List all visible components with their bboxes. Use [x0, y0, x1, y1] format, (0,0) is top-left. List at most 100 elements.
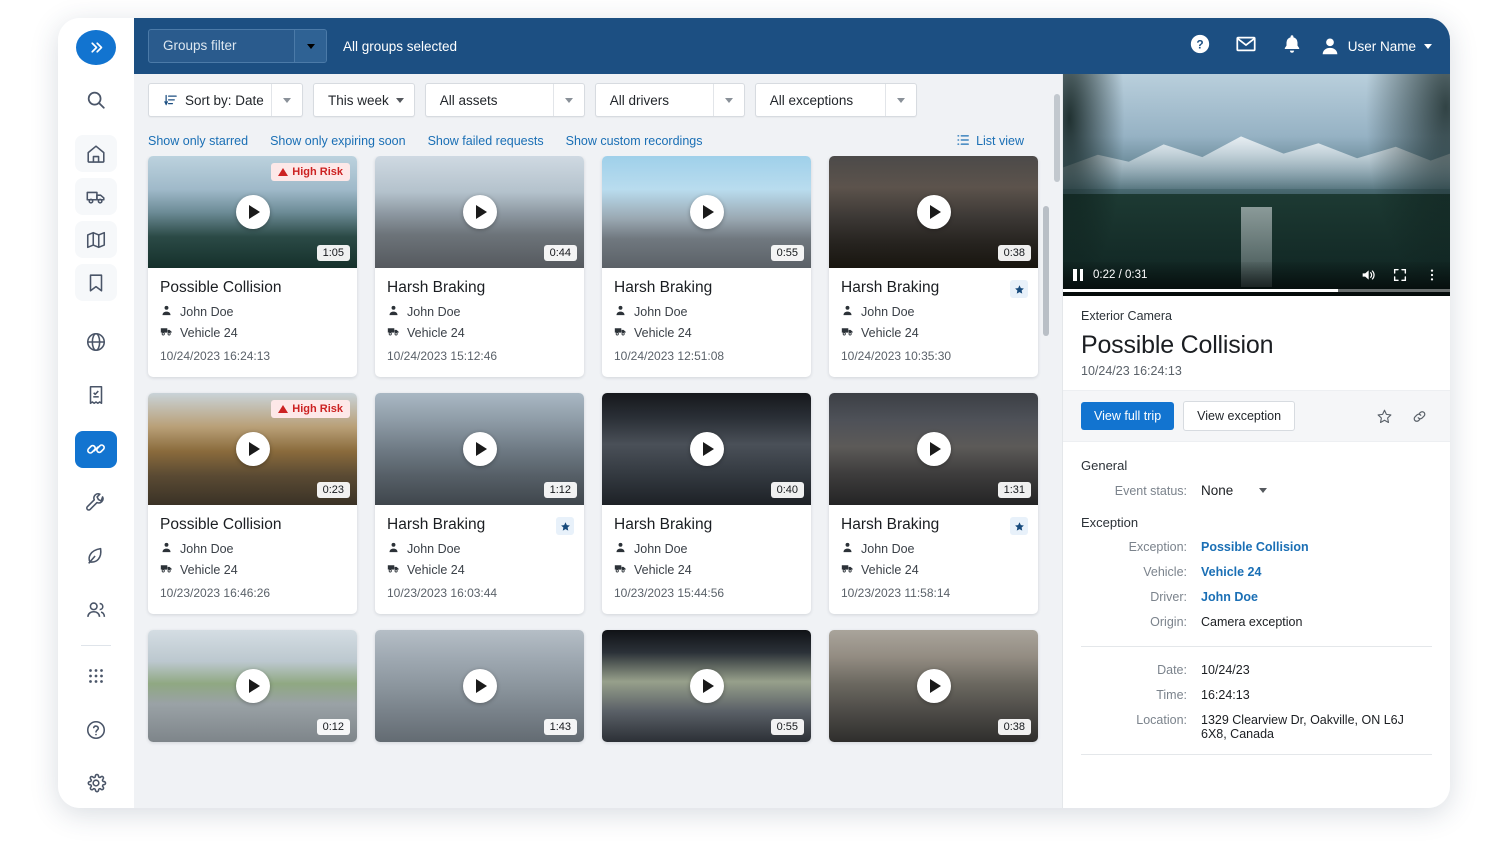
event-thumbnail[interactable]: 0:38: [829, 630, 1038, 742]
event-card[interactable]: 0:12: [148, 630, 357, 742]
play-button-icon[interactable]: [917, 669, 951, 703]
event-thumbnail[interactable]: 0:12: [148, 630, 357, 742]
event-thumbnail[interactable]: 1:43: [375, 630, 584, 742]
exceptions-dropdown[interactable]: All exceptions: [755, 83, 917, 117]
event-card[interactable]: 0:38: [829, 630, 1038, 742]
starred-icon[interactable]: [1010, 280, 1028, 298]
event-thumbnail[interactable]: 0:44: [375, 156, 584, 268]
chevron-down-icon: [1259, 488, 1267, 493]
sidebar-item-home[interactable]: [75, 135, 117, 172]
event-thumbnail[interactable]: 1:12: [375, 393, 584, 505]
field-value[interactable]: Vehicle 24: [1201, 565, 1261, 579]
play-button-icon[interactable]: [463, 195, 497, 229]
event-thumbnail[interactable]: 0:23High Risk: [148, 393, 357, 505]
play-button-icon[interactable]: [463, 432, 497, 466]
sidebar-item-help[interactable]: [75, 711, 117, 748]
event-thumbnail[interactable]: 0:55: [602, 156, 811, 268]
video-player[interactable]: 0:22 / 0:31: [1063, 74, 1450, 296]
play-button-icon[interactable]: [690, 432, 724, 466]
sidebar-item-people[interactable]: [75, 592, 117, 629]
event-thumbnail[interactable]: 1:05High Risk: [148, 156, 357, 268]
event-vehicle-name: Vehicle 24: [407, 326, 465, 340]
link-show-failed-requests[interactable]: Show failed requests: [428, 134, 544, 148]
view-full-trip-button[interactable]: View full trip: [1081, 402, 1174, 430]
play-button-icon[interactable]: [236, 432, 270, 466]
event-vehicle-name: Vehicle 24: [407, 563, 465, 577]
period-dropdown[interactable]: This week: [313, 83, 415, 117]
volume-icon[interactable]: [1360, 267, 1376, 283]
play-button-icon[interactable]: [236, 195, 270, 229]
play-button-icon[interactable]: [463, 669, 497, 703]
chevron-down-icon[interactable]: [713, 84, 744, 116]
grid-scrollbar-thumb[interactable]: [1043, 206, 1049, 336]
detail-scrollbar-thumb[interactable]: [1054, 94, 1060, 182]
event-thumbnail[interactable]: 0:40: [602, 393, 811, 505]
play-button-icon[interactable]: [236, 669, 270, 703]
event-card[interactable]: 0:40Harsh BrakingJohn DoeVehicle 2410/23…: [602, 393, 811, 614]
event-datetime: 10/24/2023 15:12:46: [387, 349, 572, 363]
link-show-only-expiring-soon[interactable]: Show only expiring soon: [270, 134, 406, 148]
list-view-toggle[interactable]: List view: [956, 133, 1038, 150]
event-card[interactable]: 0:23High RiskPossible CollisionJohn DoeV…: [148, 393, 357, 614]
event-card[interactable]: 1:05High RiskPossible CollisionJohn DoeV…: [148, 156, 357, 377]
event-thumbnail[interactable]: 0:38: [829, 156, 1038, 268]
chain-link-icon[interactable]: [1406, 403, 1432, 429]
play-button-icon[interactable]: [917, 432, 951, 466]
chevron-down-icon[interactable]: [294, 30, 326, 62]
events-grid-scroll-region[interactable]: 1:05High RiskPossible CollisionJohn DoeV…: [134, 156, 1052, 808]
event-card[interactable]: 1:31Harsh BrakingJohn DoeVehicle 2410/23…: [829, 393, 1038, 614]
play-button-icon[interactable]: [690, 195, 724, 229]
player-progress-bar[interactable]: [1063, 289, 1450, 292]
rail-expand-button[interactable]: [76, 30, 116, 65]
help-button[interactable]: ?: [1183, 29, 1217, 63]
event-thumbnail[interactable]: 0:55: [602, 630, 811, 742]
event-card[interactable]: 0:38Harsh BrakingJohn DoeVehicle 2410/24…: [829, 156, 1038, 377]
camera-label: Exterior Camera: [1063, 296, 1450, 323]
sidebar-item-settings[interactable]: [75, 765, 117, 802]
sidebar-item-bookmarks[interactable]: [75, 264, 117, 301]
sidebar-item-maintenance[interactable]: [75, 484, 117, 521]
assets-dropdown[interactable]: All assets: [425, 83, 585, 117]
sidebar-item-chain[interactable]: [75, 431, 117, 468]
event-card[interactable]: 0:55Harsh BrakingJohn DoeVehicle 2410/24…: [602, 156, 811, 377]
starred-icon[interactable]: [1010, 517, 1028, 535]
fullscreen-icon[interactable]: [1392, 267, 1408, 283]
event-card[interactable]: 1:43: [375, 630, 584, 742]
chevron-down-icon[interactable]: [271, 84, 302, 116]
kebab-menu-icon[interactable]: [1424, 267, 1440, 283]
chevron-down-icon[interactable]: [1424, 44, 1432, 49]
play-button-icon[interactable]: [690, 669, 724, 703]
sidebar-item-global[interactable]: [75, 323, 117, 360]
event-card-body: Harsh BrakingJohn DoeVehicle 2410/23/202…: [375, 505, 584, 614]
event-vehicle-row: Vehicle 24: [614, 325, 799, 341]
star-outline-icon[interactable]: [1371, 403, 1397, 429]
view-exception-button[interactable]: View exception: [1183, 401, 1295, 431]
event-thumbnail[interactable]: 1:31: [829, 393, 1038, 505]
pause-icon[interactable]: [1073, 269, 1083, 281]
sidebar-item-search[interactable]: [75, 81, 117, 118]
play-button-icon[interactable]: [917, 195, 951, 229]
notifications-button[interactable]: [1275, 29, 1309, 63]
sidebar-item-sustainability[interactable]: [75, 538, 117, 575]
general-heading: General: [1081, 458, 1432, 473]
sort-by-dropdown[interactable]: Sort by: Date: [148, 83, 303, 117]
groups-filter-dropdown[interactable]: Groups filter: [148, 29, 327, 63]
field-value[interactable]: John Doe: [1201, 590, 1258, 604]
messages-button[interactable]: [1229, 29, 1263, 63]
sidebar-item-reports[interactable]: [75, 377, 117, 414]
chevron-down-icon[interactable]: [553, 84, 584, 116]
event-card[interactable]: 1:12Harsh BrakingJohn DoeVehicle 2410/23…: [375, 393, 584, 614]
link-show-custom-recordings[interactable]: Show custom recordings: [566, 134, 703, 148]
event-card[interactable]: 0:55: [602, 630, 811, 742]
chevron-down-icon[interactable]: [885, 84, 916, 116]
event-status-dropdown[interactable]: None: [1201, 483, 1267, 498]
event-card[interactable]: 0:44Harsh BrakingJohn DoeVehicle 2410/24…: [375, 156, 584, 377]
user-menu[interactable]: User Name: [1319, 35, 1432, 57]
starred-icon[interactable]: [556, 517, 574, 535]
sidebar-item-vehicles[interactable]: [75, 178, 117, 215]
drivers-dropdown[interactable]: All drivers: [595, 83, 745, 117]
sidebar-item-map[interactable]: [75, 221, 117, 258]
sidebar-item-apps[interactable]: [75, 658, 117, 695]
field-value[interactable]: Possible Collision: [1201, 540, 1309, 554]
link-show-only-starred[interactable]: Show only starred: [148, 134, 248, 148]
